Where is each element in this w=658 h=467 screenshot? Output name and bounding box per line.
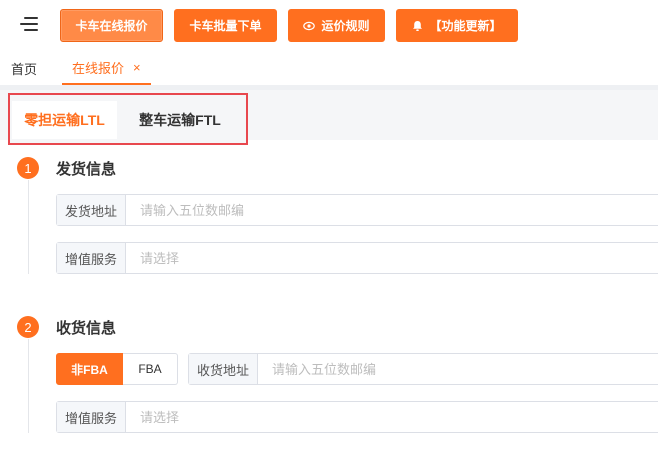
non-fba-option[interactable]: 非FBA bbox=[56, 353, 123, 385]
freight-rules-button[interactable]: 运价规则 bbox=[288, 9, 385, 42]
tab-online-quote[interactable]: 在线报价 × bbox=[62, 52, 151, 85]
menu-toggle-icon[interactable] bbox=[20, 17, 38, 33]
receiver-section-title: 收货信息 bbox=[56, 320, 117, 337]
truck-online-quote-label: 卡车在线报价 bbox=[75, 19, 148, 33]
feature-update-button[interactable]: 【功能更新】 bbox=[396, 9, 518, 42]
step-2-badge: 2 bbox=[17, 316, 39, 338]
tab-ltl[interactable]: 零担运输LTL bbox=[12, 101, 117, 139]
step-connector-line bbox=[28, 339, 29, 433]
sender-service-select[interactable] bbox=[126, 243, 658, 273]
fba-type-toggle: 非FBA FBA bbox=[56, 353, 178, 385]
eye-icon bbox=[303, 21, 316, 31]
close-icon[interactable]: × bbox=[133, 60, 141, 75]
sender-service-label: 增值服务 bbox=[57, 243, 127, 273]
tab-home[interactable]: 首页 bbox=[11, 52, 37, 85]
tab-ftl[interactable]: 整车运输FTL bbox=[125, 101, 235, 139]
sender-section-title: 发货信息 bbox=[56, 161, 117, 178]
step-connector-line bbox=[28, 180, 29, 274]
receiver-service-select[interactable] bbox=[126, 402, 658, 432]
receiver-service-field: 增值服务 bbox=[56, 401, 658, 433]
transport-mode-tabs: 零担运输LTL 整车运输FTL bbox=[8, 93, 248, 145]
sender-address-label: 发货地址 bbox=[57, 195, 127, 225]
receiver-address-field: 收货地址 bbox=[188, 353, 658, 385]
receiver-address-label: 收货地址 bbox=[189, 354, 259, 384]
fba-option[interactable]: FBA bbox=[123, 353, 178, 385]
page-tabs: 首页 在线报价 × bbox=[0, 52, 658, 90]
freight-rules-label: 运价规则 bbox=[321, 19, 370, 33]
tab-ftl-label: 整车运输FTL bbox=[139, 112, 221, 128]
truck-batch-order-label: 卡车批量下单 bbox=[189, 19, 262, 33]
sender-address-field: 发货地址 bbox=[56, 194, 658, 226]
truck-online-quote-button[interactable]: 卡车在线报价 bbox=[60, 9, 163, 42]
sender-service-field: 增值服务 bbox=[56, 242, 658, 274]
tab-online-quote-label: 在线报价 bbox=[72, 61, 125, 76]
receiver-service-label: 增值服务 bbox=[57, 402, 127, 432]
bell-icon bbox=[412, 20, 423, 32]
sender-address-input[interactable] bbox=[126, 195, 658, 225]
feature-update-label: 【功能更新】 bbox=[429, 19, 502, 33]
step-1-badge: 1 bbox=[17, 157, 39, 179]
tab-home-label: 首页 bbox=[11, 62, 38, 77]
receiver-address-input[interactable] bbox=[258, 354, 658, 384]
tab-ltl-label: 零担运输LTL bbox=[24, 112, 105, 128]
truck-batch-order-button[interactable]: 卡车批量下单 bbox=[174, 9, 277, 42]
top-toolbar: 卡车在线报价 卡车批量下单 运价规则 【功能更新】 bbox=[0, 0, 658, 52]
